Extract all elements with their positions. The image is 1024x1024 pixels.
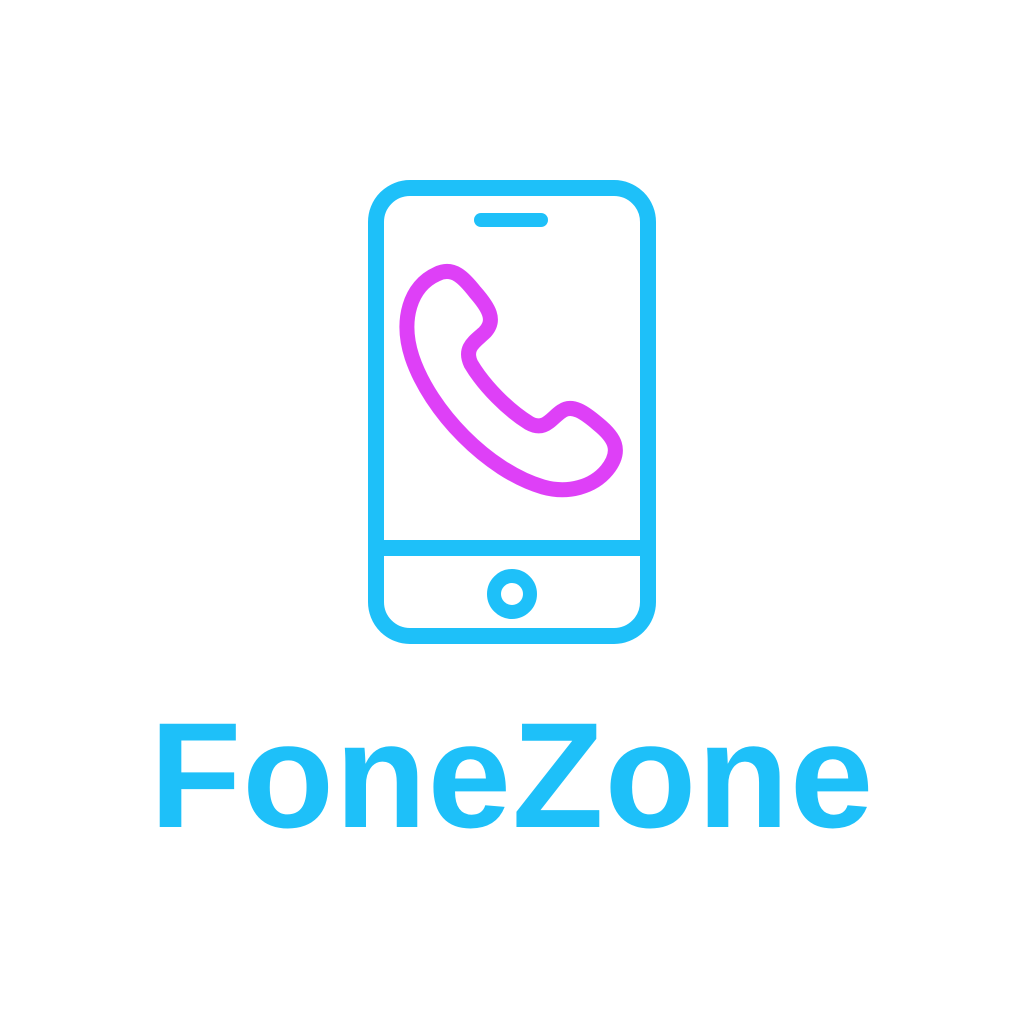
phone-call-icon — [399, 263, 623, 498]
smartphone-icon — [368, 180, 656, 644]
brand-wordmark: FoneZone — [149, 691, 875, 859]
home-button-icon — [487, 569, 537, 619]
fonezone-logo: FoneZone — [0, 0, 1024, 1024]
